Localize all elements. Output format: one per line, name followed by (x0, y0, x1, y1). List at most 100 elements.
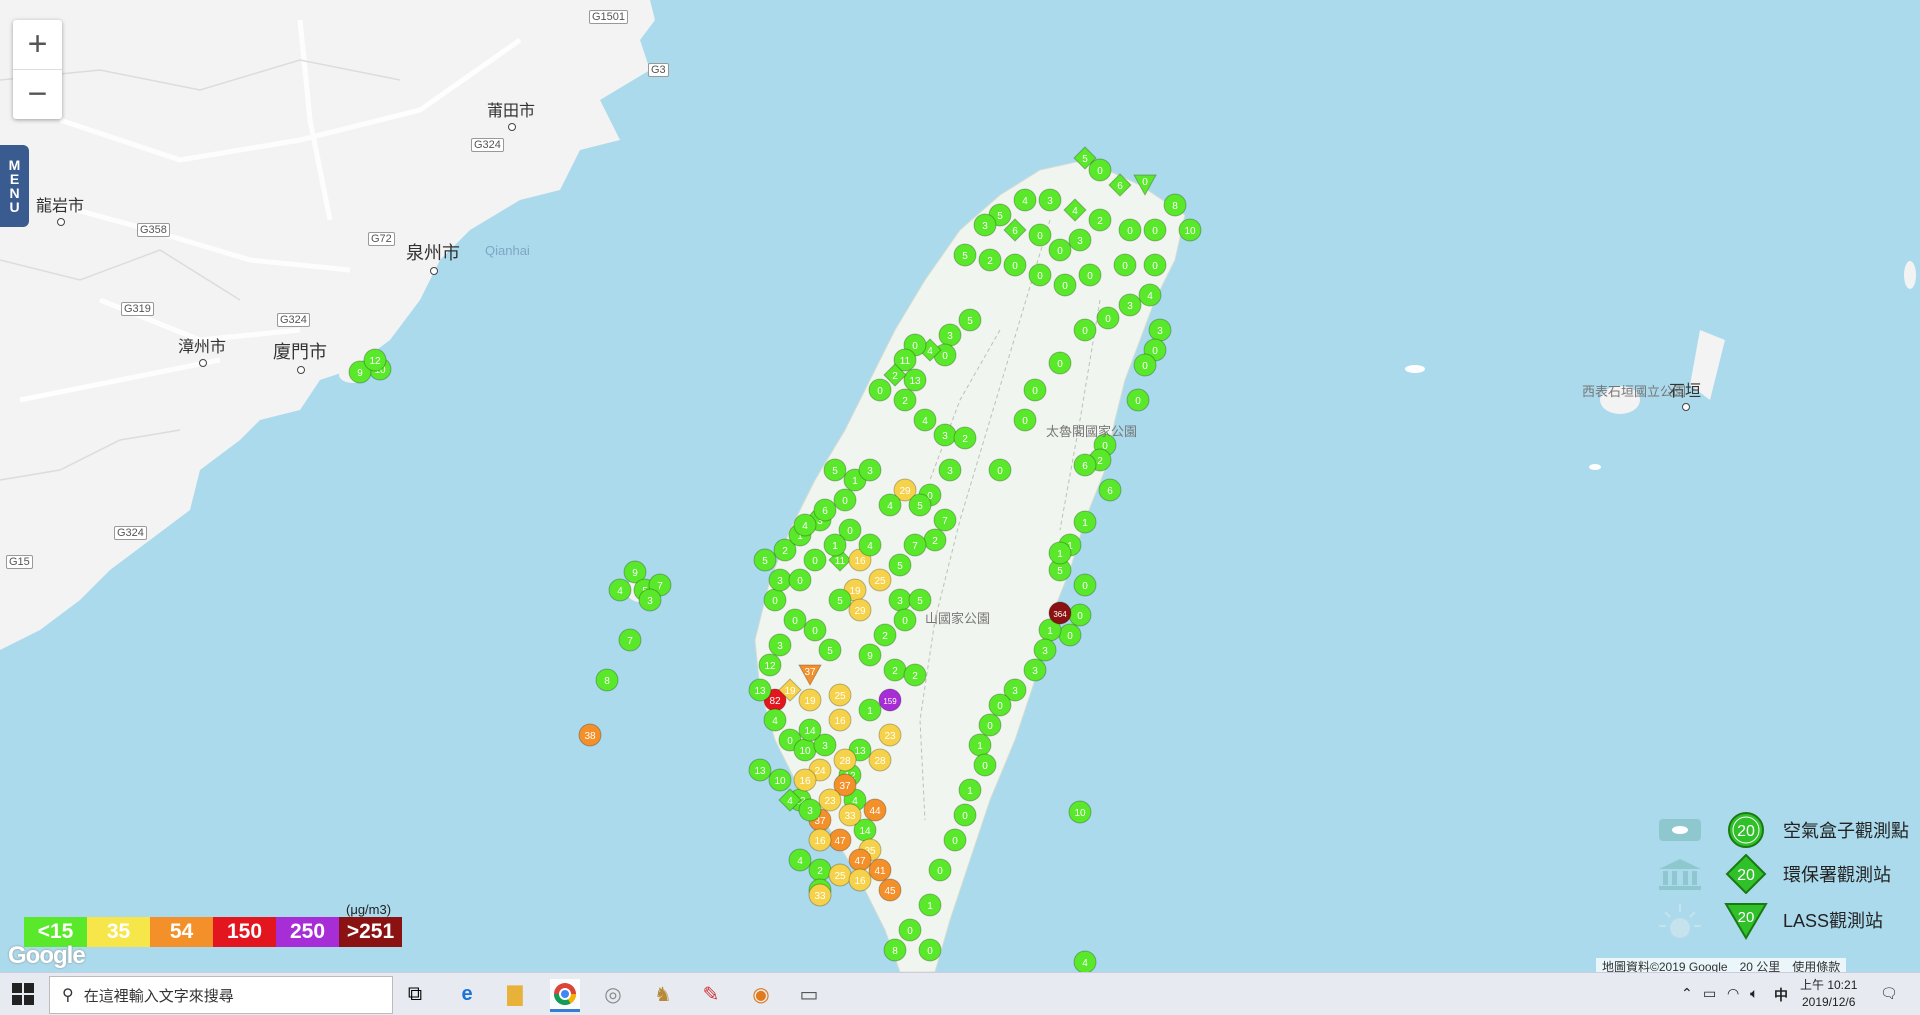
air-quality-marker[interactable]: 3 (1118, 293, 1142, 317)
air-quality-marker[interactable]: 28 (833, 748, 857, 772)
air-quality-marker[interactable]: 2 (953, 426, 977, 450)
air-quality-marker[interactable]: 4 (1073, 950, 1097, 972)
app-paint-icon[interactable]: ✎ (696, 979, 726, 1009)
air-quality-marker[interactable]: 2 (903, 663, 927, 687)
air-quality-marker[interactable]: 0 (788, 568, 812, 592)
menu-button[interactable]: M E N U (0, 145, 29, 227)
air-quality-marker[interactable]: 6 (1073, 453, 1097, 477)
air-quality-marker[interactable]: 0 (1028, 263, 1052, 287)
air-quality-marker[interactable]: 10 (1068, 800, 1092, 824)
air-quality-marker[interactable]: 3 (638, 588, 662, 612)
battery-icon[interactable]: ▭ (1703, 985, 1716, 1002)
start-button[interactable] (12, 983, 34, 1005)
zoom-out-button[interactable]: − (13, 69, 62, 119)
air-quality-marker[interactable]: 13 (748, 678, 772, 702)
air-quality-marker[interactable]: 1 (958, 778, 982, 802)
chrome-icon[interactable] (550, 979, 580, 1012)
air-quality-marker[interactable]: 25 (828, 683, 852, 707)
air-quality-marker[interactable]: 4 (1013, 188, 1037, 212)
air-quality-marker[interactable]: 33 (808, 883, 832, 907)
air-quality-marker[interactable]: 12 (758, 653, 782, 677)
air-quality-marker[interactable]: 1 (918, 893, 942, 917)
tray-chevron-icon[interactable]: ⌃ (1681, 985, 1693, 1002)
air-quality-marker[interactable]: 13 (748, 758, 772, 782)
app-bird-icon[interactable]: ♞ (648, 979, 678, 1009)
air-quality-marker[interactable]: 14 (798, 718, 822, 742)
air-quality-marker[interactable]: 0 (1078, 263, 1102, 287)
air-quality-marker[interactable]: 0 (928, 858, 952, 882)
air-quality-marker[interactable]: 5 (828, 588, 852, 612)
air-quality-marker[interactable]: 7 (618, 628, 642, 652)
air-quality-marker[interactable]: 1 (1073, 510, 1097, 534)
air-quality-marker[interactable]: 33 (838, 803, 862, 827)
notification-icon[interactable]: 🗨︎ (1880, 985, 1898, 1002)
app-blender-icon[interactable]: ◉ (746, 979, 776, 1009)
air-quality-marker[interactable]: 6 (1003, 218, 1027, 242)
air-quality-marker[interactable]: 4 (1063, 198, 1087, 222)
air-quality-marker[interactable]: 0 (1053, 273, 1077, 297)
air-quality-marker[interactable]: 0 (918, 938, 942, 962)
air-quality-marker[interactable]: 6 (1108, 173, 1132, 197)
clock[interactable]: 上午 10:21 2019/12/6 (1800, 977, 1857, 1011)
air-quality-marker[interactable]: 12 (363, 348, 387, 372)
air-quality-marker[interactable]: 3 (858, 458, 882, 482)
air-quality-marker[interactable]: 3 (1068, 228, 1092, 252)
scale-bar[interactable]: 20 公里 (1734, 958, 1787, 972)
air-quality-marker[interactable]: 4 (878, 493, 902, 517)
map-canvas[interactable]: 5 0 6 0 8 10 0 0 2 4 3 4 5 3 6 0 0 3 5 2 0 0 0 0 0 0 4 3 0 0 3 0 0 0 0 0 0 0 0… (0, 0, 1920, 972)
air-quality-marker[interactable]: 0 (943, 828, 967, 852)
air-quality-marker[interactable]: 0 (953, 803, 977, 827)
zoom-in-button[interactable]: + (13, 20, 62, 69)
air-quality-marker[interactable]: 45 (878, 878, 902, 902)
air-quality-marker[interactable]: 8 (883, 938, 907, 962)
air-quality-marker[interactable]: 0 (1126, 388, 1150, 412)
air-quality-marker[interactable]: 0 (1023, 378, 1047, 402)
air-quality-marker[interactable]: 0 (1113, 253, 1137, 277)
air-quality-marker[interactable]: 0 (1143, 218, 1167, 242)
air-quality-marker[interactable]: 6 (1098, 478, 1122, 502)
app-scanner-icon[interactable]: ▭ (794, 979, 824, 1009)
air-quality-marker[interactable]: 0 (988, 458, 1012, 482)
air-quality-marker[interactable]: 0 (1133, 353, 1157, 377)
air-quality-marker[interactable]: 0 (1073, 573, 1097, 597)
air-quality-marker[interactable]: 0 (1003, 253, 1027, 277)
air-quality-marker[interactable]: 0 (1073, 318, 1097, 342)
edge-icon[interactable]: e (452, 979, 482, 1009)
air-quality-marker[interactable]: 0 (1013, 408, 1037, 432)
air-quality-marker[interactable]: 16 (848, 868, 872, 892)
taskbar-search-box[interactable]: ⚲ 在這裡輸入文字來搜尋 (49, 976, 393, 1014)
terms-link[interactable]: 使用條款 (1786, 958, 1846, 972)
air-quality-marker[interactable]: 1 (858, 698, 882, 722)
air-quality-marker[interactable]: 0 (1143, 253, 1167, 277)
ime-indicator[interactable]: 中 (1774, 985, 1788, 1005)
air-quality-marker[interactable]: 4 (793, 513, 817, 537)
air-quality-marker[interactable]: 4 (608, 578, 632, 602)
air-quality-marker[interactable]: 0 (868, 378, 892, 402)
air-quality-marker[interactable]: 364 (1048, 601, 1072, 625)
air-quality-marker[interactable]: 5 (953, 243, 977, 267)
air-quality-marker[interactable]: 8 (1163, 193, 1187, 217)
air-quality-marker[interactable]: 0 (1118, 218, 1142, 242)
air-quality-marker[interactable]: 3 (1038, 188, 1062, 212)
app-compass-icon[interactable]: ◎ (598, 979, 628, 1009)
air-quality-marker[interactable]: 10 (1178, 218, 1202, 242)
air-quality-marker[interactable]: 5 (908, 493, 932, 517)
air-quality-marker[interactable]: 38 (578, 723, 602, 747)
air-quality-marker[interactable]: 8 (595, 668, 619, 692)
file-explorer-icon[interactable]: ▇ (500, 979, 530, 1009)
volume-icon[interactable]: 🔈︎ (1750, 985, 1758, 1002)
task-view-icon[interactable]: ⧉ (400, 979, 430, 1009)
air-quality-marker[interactable]: 0 (1133, 173, 1157, 197)
google-logo[interactable]: Google (8, 942, 86, 970)
air-quality-marker[interactable]: 3 (973, 213, 997, 237)
air-quality-marker[interactable]: 16 (828, 708, 852, 732)
air-quality-marker[interactable]: 2 (978, 248, 1002, 272)
air-quality-marker[interactable]: 0 (1048, 351, 1072, 375)
air-quality-marker[interactable]: 3 (938, 458, 962, 482)
wifi-icon[interactable]: ◠ (1727, 985, 1739, 1002)
air-quality-marker[interactable]: 4 (858, 533, 882, 557)
air-quality-marker[interactable]: 19 (798, 688, 822, 712)
air-quality-marker[interactable]: 9 (858, 643, 882, 667)
air-quality-marker[interactable]: 0 (973, 753, 997, 777)
air-quality-marker[interactable]: 23 (878, 723, 902, 747)
